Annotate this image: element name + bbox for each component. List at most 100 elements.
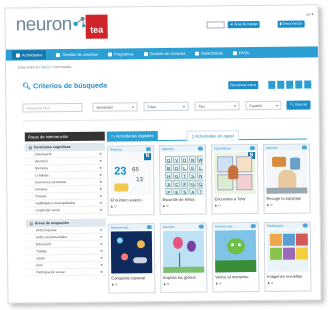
letter-cell[interactable]: N (189, 155, 197, 163)
criteria-heading: 🔍︎ Criterios de búsqueda (22, 82, 107, 91)
language-select[interactable]: Español ▼ (245, 100, 282, 111)
nav-label: Gestión de compras (149, 50, 186, 57)
letter-cell[interactable]: Q (165, 155, 173, 163)
letter-cell[interactable]: D (181, 155, 189, 163)
letter-cell[interactable]: E (189, 163, 197, 171)
card-thumbnail (162, 230, 205, 274)
activity-card[interactable]: Planificación Imágenes revueltas ♟ ⊙ (263, 221, 312, 292)
letter-cell[interactable]: S (181, 187, 189, 195)
card-header: Atención (160, 223, 206, 231)
type-select[interactable]: Tipo ▼ (194, 101, 240, 111)
image-piece (282, 247, 296, 260)
card-thumbnail (110, 231, 153, 274)
letter-cell[interactable]: T (181, 171, 189, 179)
list-view-icon[interactable] (277, 80, 285, 89)
card-category: Atención esp... (110, 225, 131, 230)
letter-cell[interactable]: B (165, 163, 173, 171)
settings-icon[interactable] (304, 80, 312, 89)
letter-cell[interactable]: S (189, 171, 197, 179)
checkbox[interactable] (28, 145, 32, 149)
header: neuron tea es ▾ ◄ Área de trabajo ▮ Desc… (5, 5, 318, 47)
image-piece (282, 233, 295, 246)
letter-cell[interactable]: H (165, 171, 173, 179)
grid-view-icon[interactable] (268, 80, 276, 89)
tea-brand-badge[interactable]: tea (85, 14, 108, 39)
letter-cell[interactable]: N (197, 171, 204, 179)
tab-digital[interactable]: ▭ Actividades digitales (106, 131, 158, 142)
letter-cell[interactable]: O (173, 163, 181, 171)
letter-cell[interactable]: C (173, 179, 181, 187)
nav-item-programas[interactable]: Programas (107, 51, 134, 57)
planet-icon (116, 237, 123, 244)
item-label: Orientación (34, 152, 52, 157)
nav-item-actividades[interactable]: Actividades (11, 50, 47, 60)
checkbox[interactable] (29, 221, 33, 225)
print-icon[interactable] (286, 80, 294, 89)
search-button[interactable]: 🔍︎ Buscar (286, 100, 311, 110)
nav-item-faqs[interactable]: FAQs (232, 50, 249, 55)
header-search-input[interactable] (206, 21, 225, 29)
letter-grid: QVDNWBOLELHGTSNSCPGQPESAT (165, 155, 204, 195)
card-header: Números (107, 146, 153, 153)
new-badge: N (143, 153, 152, 161)
age-select[interactable]: Edad ▼ (143, 101, 189, 112)
sidebar-item[interactable]: Cognición social ▶ (25, 206, 106, 215)
chevron-down-icon: ▼ (182, 104, 186, 109)
activity-card[interactable]: Aprendamos N Encuentra a Toby ♟ ⊙ (210, 144, 259, 215)
tab-paper[interactable]: ▯ Actividades en papel (186, 130, 239, 141)
letter-cell[interactable]: S (165, 179, 173, 187)
floor-shape (266, 187, 308, 194)
item-label: Educación (35, 242, 52, 247)
free-search-input[interactable]: Búsqueda libre (22, 102, 83, 113)
card-category: Planificación (266, 223, 284, 228)
sidebar-item[interactable]: Participación social ▶ (26, 268, 107, 277)
planet-icon (121, 253, 129, 261)
logo-text: neuron (15, 13, 72, 36)
letter-cell[interactable]: P (181, 179, 189, 187)
nav-item-usuarios[interactable]: Gestión de usuarios (56, 52, 98, 57)
activity-card[interactable]: Atención Explota los globos ♟ ⊙ (159, 222, 208, 294)
letter-cell[interactable]: E (173, 187, 181, 195)
item-label: Trabajo (35, 249, 48, 254)
number-big: 23 (114, 165, 127, 178)
breadcrumb-prefix: Está usted en: (18, 65, 41, 70)
image-piece (295, 247, 309, 260)
language-switch[interactable]: es ▾ (306, 11, 313, 16)
letter-cell[interactable]: A (189, 187, 197, 195)
letter-cell[interactable]: G (189, 179, 197, 187)
chevron-right-icon: ▶ (100, 234, 103, 239)
nav-item-estadisticas[interactable]: Estadísticas (195, 50, 223, 56)
extra-resources-button[interactable]: Recursos extra (228, 81, 258, 90)
letter-cell[interactable]: L (181, 163, 189, 171)
nav-item-compras[interactable]: Gestión de compras (143, 50, 186, 57)
letter-cell[interactable]: Q (197, 179, 204, 187)
activity-card[interactable]: Atención Recoge tu equipaje ♟ ⊙ (262, 143, 311, 214)
neuron-logo[interactable]: neuron (16, 14, 87, 37)
logout-button[interactable]: ▮ Desconectar (277, 20, 305, 28)
letter-cell[interactable]: P (165, 187, 173, 195)
card-category: Atención esp... (214, 224, 235, 229)
activity-card[interactable]: Atención QVDNWBOLELHGTSNSCPGQPESAT Escon… (158, 144, 207, 216)
activity-card[interactable]: Números N 23 65 13 El número exacto ♟ ⊙ (106, 145, 155, 216)
chevron-right-icon: ▶ (100, 269, 104, 274)
breadcrumb-home-link[interactable]: Inicio (41, 65, 49, 69)
nav-label: Programas (113, 51, 134, 57)
letter-cell[interactable]: L (197, 163, 204, 171)
letter-cell[interactable]: V (173, 155, 181, 163)
work-area-button[interactable]: ◄ Área de trabajo (227, 20, 261, 29)
chevron-right-icon: ▶ (100, 207, 103, 212)
filter-row: Búsqueda libre Modalidad ▼ Edad ▼ Tipo ▼ Es… (22, 100, 312, 115)
gamepad-icon (249, 146, 255, 151)
users-icon (56, 52, 61, 57)
letter-cell[interactable]: T (197, 187, 204, 195)
activity-card[interactable]: Atención esp... Vence al monstruo ♟ ⊙ (211, 222, 260, 293)
gamepad-icon (301, 145, 307, 150)
letter-cell[interactable]: W (197, 155, 204, 163)
monster-icon (226, 238, 246, 255)
share-icon[interactable] (295, 80, 303, 89)
letter-cell[interactable]: G (173, 171, 181, 179)
gamepad-icon (250, 224, 256, 229)
card-meta: ♟ ⊙ (110, 204, 117, 209)
activity-card[interactable]: Atención esp... Conquista espacial ♟ ⊙ (107, 223, 156, 294)
modality-select[interactable]: Modalidad ▼ (92, 102, 138, 112)
